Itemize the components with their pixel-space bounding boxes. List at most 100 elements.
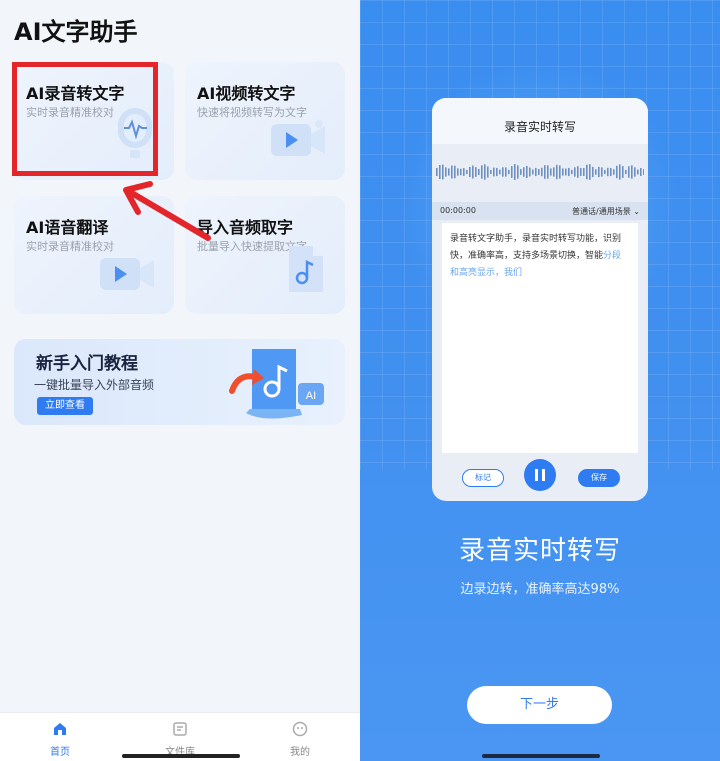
wave-bar — [538, 169, 540, 175]
wave-bar — [493, 167, 495, 177]
wave-bar — [535, 167, 537, 177]
music-document-icon: AI — [224, 343, 334, 427]
wave-bar — [604, 169, 606, 175]
wave-bar — [547, 165, 549, 179]
highlight-box — [12, 62, 158, 176]
transcript-text: 录音转文字助手，录音实时转写功能，识别快，准确率高，支持多场景切换，智能 — [450, 234, 622, 261]
wave-bar — [514, 164, 516, 180]
wave-bar — [550, 168, 552, 176]
next-button[interactable]: 下一步 — [467, 686, 612, 724]
phone-preview: 录音实时转写 00:00:00 普通话/通用场景 ⌄ 录音转文字助手，录音实时转… — [432, 98, 648, 501]
wave-bar — [439, 165, 441, 179]
home-icon — [54, 723, 66, 735]
wave-bar — [562, 168, 564, 176]
wave-bar — [607, 167, 609, 177]
tab-label: 我的 — [290, 747, 310, 758]
card-title: AI语音翻译 — [26, 218, 109, 237]
wave-bar — [469, 166, 471, 178]
save-button[interactable]: 保存 — [578, 469, 620, 487]
wave-bar — [574, 167, 576, 177]
ai-badge: AI — [306, 390, 316, 402]
wave-bar — [472, 165, 474, 179]
transcript-box: 录音转文字助手，录音实时转写功能，识别快，准确率高，支持多场景切换，智能分段和高… — [442, 223, 638, 453]
wave-bar — [571, 169, 573, 175]
wave-bar — [553, 167, 555, 177]
chevron-down-icon: ⌄ — [633, 207, 640, 216]
pointer-arrow-icon — [123, 181, 211, 241]
wave-bar — [625, 169, 627, 175]
wave-bar — [451, 165, 453, 179]
wave-bar — [496, 167, 498, 177]
wave-bar — [487, 166, 489, 178]
wave-bar — [580, 168, 582, 176]
recording-time: 00:00:00 — [440, 206, 476, 215]
wave-bar — [445, 167, 447, 177]
wave-bar — [463, 168, 465, 176]
wave-bar — [601, 167, 603, 177]
wave-bar — [559, 165, 561, 179]
wave-bar — [520, 169, 522, 175]
wave-bar — [640, 168, 642, 176]
wave-bar — [613, 169, 615, 175]
home-indicator — [482, 754, 600, 758]
wave-bar — [586, 164, 588, 180]
banner-subtitle: 一键批量导入外部音频 — [34, 378, 155, 392]
card-title: AI视频转文字 — [197, 84, 296, 103]
banner-title: 新手入门教程 — [36, 354, 138, 374]
tab-label: 首页 — [50, 747, 70, 758]
wave-bar — [508, 169, 510, 175]
wave-bar — [457, 168, 459, 176]
file-icon — [173, 722, 187, 736]
video-camera-icon — [96, 252, 158, 300]
pause-button[interactable] — [524, 459, 556, 491]
tab-profile[interactable]: 我的 — [270, 721, 330, 758]
wave-bar — [589, 164, 591, 180]
wave-bar — [631, 165, 633, 179]
wave-bar — [478, 168, 480, 176]
pause-icon — [542, 469, 545, 481]
wave-bar — [505, 167, 507, 177]
wave-bar — [502, 167, 504, 177]
wave-bar — [592, 166, 594, 178]
wave-bar — [466, 169, 468, 175]
tab-home[interactable]: 首页 — [30, 721, 90, 758]
profile-icon — [292, 721, 308, 737]
wave-bar — [541, 167, 543, 177]
promo-subtitle: 边录边转，准确率高达98% — [460, 582, 620, 597]
wave-bar — [619, 164, 621, 180]
wave-bar — [460, 168, 462, 176]
promo-title: 录音实时转写 — [458, 536, 621, 566]
wave-bar — [532, 169, 534, 175]
wave-bar — [523, 167, 525, 177]
app-title: AI文字助手 — [14, 18, 138, 46]
tab-files[interactable]: 文件库 — [150, 721, 210, 758]
wave-bar — [529, 167, 531, 177]
tutorial-banner[interactable]: 新手入门教程 一键批量导入外部音频 立即查看 AI — [14, 339, 345, 425]
wave-bar — [565, 168, 567, 176]
wave-bar — [616, 165, 618, 179]
recording-info-bar: 00:00:00 普通话/通用场景 ⌄ — [432, 202, 648, 220]
wave-bar — [499, 169, 501, 175]
wave-bar — [634, 167, 636, 177]
card-video-to-text[interactable]: AI视频转文字 快速将视频转写为文字 — [185, 62, 345, 180]
wave-bar — [628, 166, 630, 178]
mode-selector[interactable]: 普通话/通用场景 ⌄ — [572, 206, 640, 217]
wave-bar — [583, 168, 585, 176]
video-camera-icon — [267, 118, 329, 166]
onboarding-screen: 录音实时转写 00:00:00 普通话/通用场景 ⌄ 录音转文字助手，录音实时转… — [360, 0, 720, 761]
wave-bar — [448, 168, 450, 176]
wave-bar — [637, 169, 639, 175]
wave-bar — [568, 167, 570, 177]
phone-title: 录音实时转写 — [503, 120, 576, 134]
wave-bar — [475, 167, 477, 177]
wave-bar — [598, 166, 600, 178]
wave-bar — [481, 165, 483, 179]
wave-bar — [526, 165, 528, 179]
wave-bar — [544, 165, 546, 179]
wave-bar — [577, 166, 579, 178]
home-screen: AI文字助手 AI录音转文字 实时录音精准校对 AI视频转文字 快速将视频转写为… — [0, 0, 360, 761]
view-now-button[interactable]: 立即查看 — [37, 397, 93, 415]
mark-button[interactable]: 标记 — [462, 469, 504, 487]
waveform — [436, 164, 644, 180]
wave-bar — [436, 168, 438, 176]
